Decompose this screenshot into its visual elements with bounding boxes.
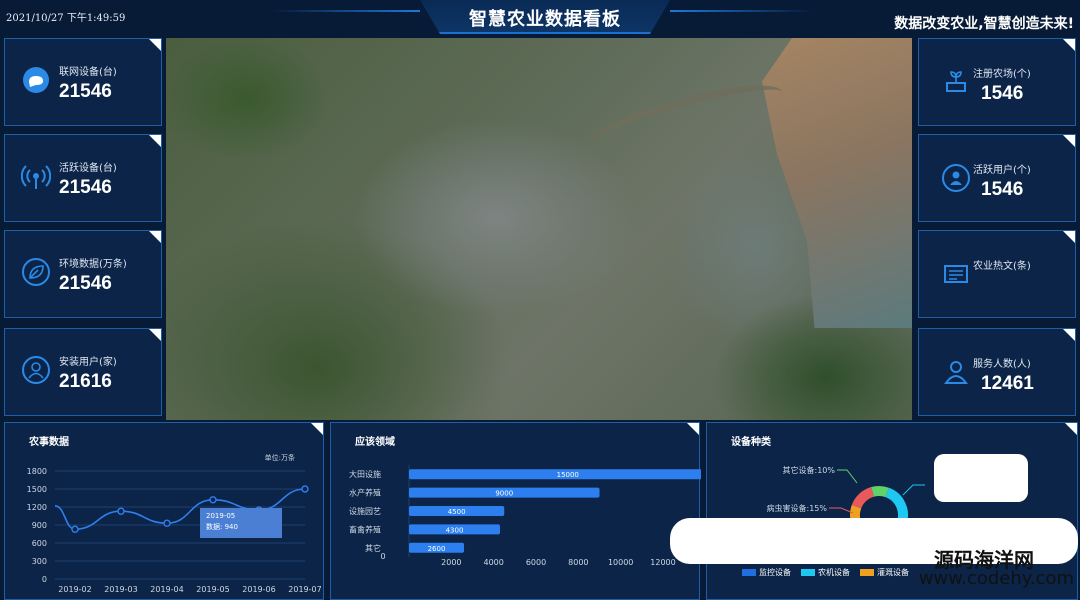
category-label: 大田设施 — [349, 469, 381, 479]
stat-card-registered-farms: 注册农场(个) 1546 — [918, 38, 1076, 126]
x-tick-label: 2019-06 — [242, 585, 275, 594]
map-sea-area — [762, 38, 912, 328]
category-label: 其它 — [365, 543, 381, 553]
card-value: 1546 — [981, 83, 1024, 104]
data-point — [209, 496, 217, 504]
person-icon — [944, 361, 968, 384]
plant-pot-icon — [946, 71, 966, 92]
y-tick-label: 1800 — [27, 467, 47, 476]
y-tick-label: 900 — [32, 521, 47, 530]
legend-swatch — [742, 569, 756, 576]
card-label: 联网设备(台) — [59, 67, 117, 78]
card-value: 21616 — [59, 371, 112, 392]
legend-item[interactable]: 灌溉设备 — [860, 567, 909, 578]
signal-tower-icon — [21, 165, 51, 189]
stat-card-service-people: 服务人数(人) 12461 — [918, 328, 1076, 416]
data-point — [117, 507, 125, 515]
x-tick-label: 2019-05 — [196, 585, 229, 594]
y-tick-label: 300 — [32, 557, 47, 566]
legend-item[interactable]: 监控设备 — [742, 567, 791, 578]
x-tick-label: 4000 — [483, 558, 503, 567]
card-label: 注册农场(个) — [973, 69, 1031, 80]
legend-label: 农机设备 — [818, 568, 850, 577]
card-label: 环境数据(万条) — [59, 259, 127, 270]
card-value: 21546 — [59, 81, 112, 102]
leaf-icon — [22, 258, 50, 286]
data-point — [71, 525, 79, 533]
card-label: 服务人数(人) — [973, 359, 1031, 370]
slice-label: 其它设备:10% — [783, 465, 836, 475]
x-tick-label: 2019-07 — [288, 585, 321, 594]
legend-item[interactable]: 农机设备 — [801, 567, 850, 578]
tooltip-value: 数据: 940 — [206, 523, 238, 531]
device-legend: 监控设备 农机设备 灌溉设备 — [742, 567, 909, 578]
category-label: 设施园艺 — [349, 506, 381, 516]
legend-swatch — [860, 569, 874, 576]
stat-card-agri-articles: 农业热文(条) — [918, 230, 1076, 318]
slice-leader-line — [829, 507, 854, 514]
watermark-url: www.codehy.com — [918, 568, 1074, 589]
header-deco-right — [670, 10, 815, 12]
card-label: 活跃用户(个) — [973, 165, 1031, 176]
x-tick-label: 2019-04 — [150, 585, 183, 594]
card-label: 农业热文(条) — [973, 261, 1031, 272]
category-label: 水产养殖 — [349, 488, 381, 498]
x-tick-label: 8000 — [568, 558, 588, 567]
occluder-box — [934, 454, 1028, 502]
x-tick-label: 10000 — [608, 558, 633, 567]
stat-card-install-users: 安装用户(家) 21616 — [4, 328, 162, 416]
card-value: 21546 — [59, 177, 112, 198]
slice-leader-line — [902, 484, 925, 496]
panel-application-areas: 应该领域 2000 4000 6000 8000 10000 12000 0 大田设施 1500… — [330, 422, 701, 600]
x-tick-label: 12000 — [650, 558, 675, 567]
card-label: 安装用户(家) — [59, 357, 117, 368]
satellite-map[interactable] — [166, 38, 912, 420]
stat-card-online-devices: 联网设备(台) 21546 — [4, 38, 162, 126]
bar-value-label: 4300 — [446, 526, 464, 534]
bar-value-label: 2600 — [428, 545, 446, 553]
tooltip-date: 2019-05 — [206, 512, 236, 520]
stat-card-env-data: 环境数据(万条) 21546 — [4, 230, 162, 318]
card-value: 1546 — [981, 179, 1024, 200]
slice-leader-line — [837, 469, 858, 484]
legend-label: 监控设备 — [759, 568, 791, 577]
x-tick-label: 2000 — [441, 558, 461, 567]
legend-label: 灌溉设备 — [877, 568, 909, 577]
bar-value-label: 15000 — [557, 471, 579, 479]
y-tick-label: 600 — [32, 539, 47, 548]
header-deco-left — [270, 10, 420, 12]
chart-tooltip: 2019-05 数据: 940 — [200, 508, 282, 538]
x-tick-label: 6000 — [526, 558, 546, 567]
bar-value-label: 4500 — [448, 508, 466, 516]
header: 2021/10/27 下午1:49:59 智慧农业数据看板 数据改变农业,智慧创… — [0, 0, 1080, 36]
slice-label: 病虫害设备:15% — [767, 503, 828, 513]
page-title: 智慧农业数据看板 — [469, 9, 621, 30]
bar-chart[interactable]: 2000 4000 6000 8000 10000 12000 0 大田设施 15000 水产养殖… — [331, 423, 701, 600]
cloud-chat-icon — [23, 67, 49, 93]
y-tick-label: 0 — [42, 575, 47, 584]
stat-card-active-devices: 活跃设备(台) 21546 — [4, 134, 162, 222]
news-icon — [944, 265, 968, 283]
card-value: 21546 — [59, 273, 112, 294]
user-group-icon — [942, 164, 970, 192]
x-tick-label: 2019-02 — [58, 585, 91, 594]
datetime: 2021/10/27 下午1:49:59 — [6, 13, 126, 24]
card-label: 活跃设备(台) — [59, 163, 117, 174]
bar-value-label: 9000 — [495, 490, 513, 498]
legend-swatch — [801, 569, 815, 576]
category-label: 畜禽养殖 — [349, 524, 381, 534]
map-river — [584, 72, 788, 164]
user-icon — [22, 356, 50, 384]
y-tick-label: 1200 — [27, 503, 47, 512]
stat-card-active-users: 活跃用户(个) 1546 — [918, 134, 1076, 222]
data-point — [301, 485, 309, 493]
y-tick-label: 1500 — [27, 485, 47, 494]
slogan: 数据改变农业,智慧创造未来! — [894, 16, 1074, 32]
data-point — [163, 519, 171, 527]
bar — [409, 469, 701, 480]
card-value: 12461 — [981, 373, 1034, 394]
x-tick-label: 0 — [380, 552, 385, 561]
x-tick-label: 2019-03 — [104, 585, 137, 594]
